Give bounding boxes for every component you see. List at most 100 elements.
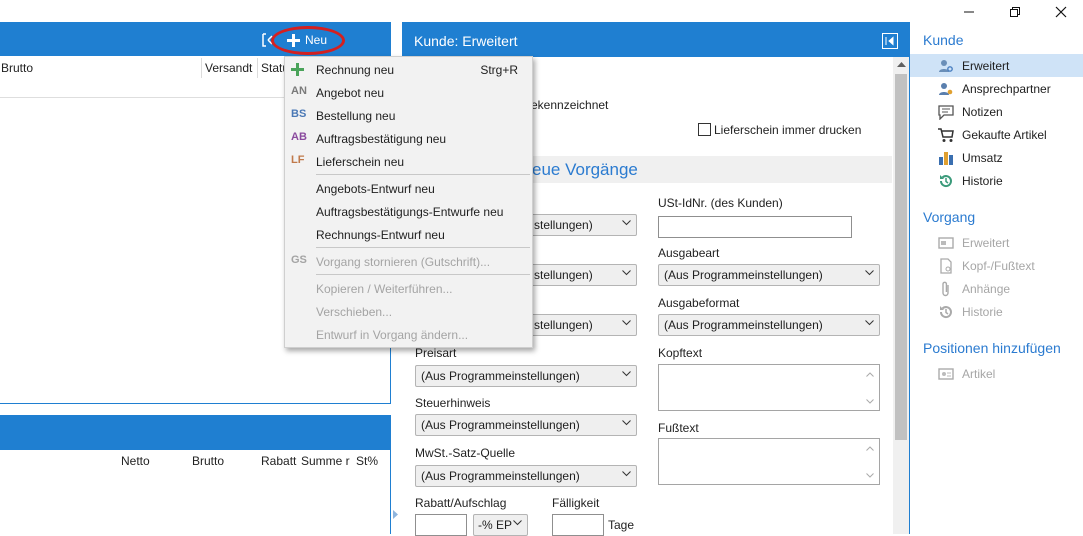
sidebar-item-label: Ansprechpartner <box>962 82 1051 96</box>
minimize-button[interactable] <box>945 0 993 24</box>
menu-separator <box>316 274 530 275</box>
chevron-down-icon <box>865 320 874 326</box>
article-icon <box>938 368 954 380</box>
expand-panel-icon[interactable] <box>882 33 898 49</box>
sidebar-item-notizen[interactable]: Notizen <box>910 100 1083 123</box>
col-status[interactable]: Status <box>261 61 284 75</box>
kopftext-label: Kopftext <box>658 346 703 360</box>
menu-item-label: Angebot neu <box>316 86 385 100</box>
window-icon <box>938 237 954 249</box>
scroll-up-icon <box>866 372 874 377</box>
contacts-icon <box>939 83 953 95</box>
preisart-select[interactable]: (Aus Programmeinstellungen) <box>415 365 637 387</box>
fusstext-textarea[interactable] <box>658 438 880 485</box>
rabatt-unit-select[interactable]: -% EP <box>473 514 528 536</box>
section-title: eue Vorgänge <box>532 160 638 179</box>
ust-label: USt-IdNr. (des Kunden) <box>658 196 783 210</box>
close-button[interactable] <box>1037 0 1083 24</box>
select-partial-3-value: stellungen) <box>534 318 593 332</box>
chevron-down-icon <box>513 520 522 526</box>
mwst-label: MwSt.-Satz-Quelle <box>415 446 516 460</box>
menu-item-angebot-neu[interactable]: AN Angebot neu <box>285 81 532 104</box>
mwst-value: (Aus Programmeinstellungen) <box>421 469 580 483</box>
splitter-arrow-icon[interactable] <box>393 510 399 519</box>
col-brutto-pos[interactable]: Brutto <box>192 454 224 468</box>
menu-item-angebots-entwurf-neu[interactable]: Angebots-Entwurf neu <box>285 177 532 200</box>
sidebar-item-label: Erweitert <box>962 59 1010 73</box>
col-netto[interactable]: Netto <box>121 454 150 468</box>
col-brutto[interactable]: Brutto <box>1 61 33 75</box>
menu-item-label: Auftragsbestätigung neu <box>316 132 447 146</box>
kopftext-textarea[interactable] <box>658 364 880 411</box>
scroll-up-icon[interactable] <box>897 61 906 67</box>
plus-icon <box>291 63 304 76</box>
partial-label: ekennzeichnet <box>531 98 609 112</box>
menu-item-label: Auftragsbestätigungs-Entwurfe neu <box>316 205 504 219</box>
ausgabeart-select[interactable]: (Aus Programmeinstellungen) <box>658 264 880 286</box>
menu-item-rechnung-neu[interactable]: Rechnung neu Strg+R <box>285 58 532 81</box>
sidebar-item-historie[interactable]: Historie <box>910 169 1083 192</box>
sidebar-item-kopf-fusstext[interactable]: Kopf-/Fußtext <box>910 254 1083 277</box>
preisart-label: Preisart <box>415 346 457 360</box>
faelligkeit-input[interactable] <box>552 514 604 536</box>
mwst-select[interactable]: (Aus Programmeinstellungen) <box>415 465 637 487</box>
menu-item-lieferschein-neu[interactable]: LF Lieferschein neu <box>285 150 532 173</box>
rabatt-input[interactable] <box>415 514 467 536</box>
history-icon <box>939 175 952 188</box>
col-rabatt[interactable]: Rabatt <box>261 454 296 468</box>
sidebar-item-label: Historie <box>962 305 1003 319</box>
sidebar-item-gekaufte-artikel[interactable]: Gekaufte Artikel <box>910 123 1083 146</box>
scroll-thumb[interactable] <box>895 74 907 440</box>
faelligkeit-unit: Tage <box>608 518 635 532</box>
col-versandt[interactable]: Versandt <box>205 61 252 75</box>
select-partial-3[interactable]: stellungen) <box>528 314 637 336</box>
select-partial-2-value: stellungen) <box>534 268 593 282</box>
history-icon <box>939 306 952 319</box>
sidebar-item-ansprechpartner[interactable]: Ansprechpartner <box>910 77 1083 100</box>
sidebar-item-anhaenge[interactable]: Anhänge <box>910 277 1083 300</box>
menu-item-bestellung-neu[interactable]: BS Bestellung neu <box>285 104 532 127</box>
bestellung-icon: BS <box>291 108 307 120</box>
menu-item-auftragsbestaetigung-neu[interactable]: AB Auftragsbestätigung neu <box>285 127 532 150</box>
ust-input[interactable] <box>658 216 852 238</box>
menu-item-label: Rechnung neu <box>316 63 395 77</box>
bar-chart-icon <box>939 152 953 165</box>
document-icon <box>940 258 952 274</box>
sidebar-item-label: Umsatz <box>962 151 1003 165</box>
sidebar-item-vorgang-historie[interactable]: Historie <box>910 300 1083 323</box>
print-delivery-checkbox[interactable] <box>698 123 711 136</box>
menu-item-vorgang-stornieren[interactable]: GS Vorgang stornieren (Gutschrift)... <box>285 250 532 273</box>
sidebar-item-vorgang-erweitert[interactable]: Erweitert <box>910 231 1083 254</box>
select-partial-2[interactable]: stellungen) <box>528 264 637 286</box>
sidebar-header-kunde: Kunde <box>923 32 964 48</box>
menu-separator <box>316 247 530 248</box>
sidebar-item-label: Notizen <box>962 105 1003 119</box>
new-button[interactable]: Neu <box>286 32 332 50</box>
sidebar-item-label: Anhänge <box>962 282 1011 296</box>
chevron-down-icon <box>622 320 631 326</box>
sidebar-item-artikel[interactable]: Artikel <box>910 362 1083 385</box>
select-partial-1[interactable]: stellungen) <box>528 214 637 236</box>
new-button-label: Neu <box>305 33 328 47</box>
steuerhinweis-select[interactable]: (Aus Programmeinstellungen) <box>415 414 637 436</box>
menu-item-rechnungs-entwurf-neu[interactable]: Rechnungs-Entwurf neu <box>285 223 532 246</box>
menu-item-label: Entwurf in Vorgang ändern... <box>316 328 469 342</box>
cart-icon <box>938 128 954 142</box>
col-st-percent[interactable]: St% <box>356 454 378 468</box>
sidebar-item-umsatz[interactable]: Umsatz <box>910 146 1083 169</box>
restore-button[interactable] <box>991 0 1039 24</box>
ausgabeformat-label: Ausgabeformat <box>658 296 740 310</box>
menu-item-entwurf-in-vorgang[interactable]: Entwurf in Vorgang ändern... <box>285 323 532 346</box>
menu-item-kopieren-weiterfuehren[interactable]: Kopieren / Weiterführen... <box>285 277 532 300</box>
col-summe[interactable]: Summe r <box>301 454 351 468</box>
ausgabeformat-select[interactable]: (Aus Programmeinstellungen) <box>658 314 880 336</box>
position-list-header <box>0 415 390 450</box>
detail-title: Kunde: Erweitert <box>414 33 518 49</box>
sidebar-item-erweitert[interactable]: Erweitert <box>910 54 1083 77</box>
notes-icon <box>938 105 954 120</box>
menu-item-auftragsbestaetigungs-entwurf-neu[interactable]: Auftragsbestätigungs-Entwurfe neu <box>285 200 532 223</box>
person-gear-icon <box>939 60 953 72</box>
menu-item-verschieben[interactable]: Verschieben... <box>285 300 532 323</box>
chevron-down-icon <box>622 220 631 226</box>
faelligkeit-label: Fälligkeit <box>552 496 600 510</box>
